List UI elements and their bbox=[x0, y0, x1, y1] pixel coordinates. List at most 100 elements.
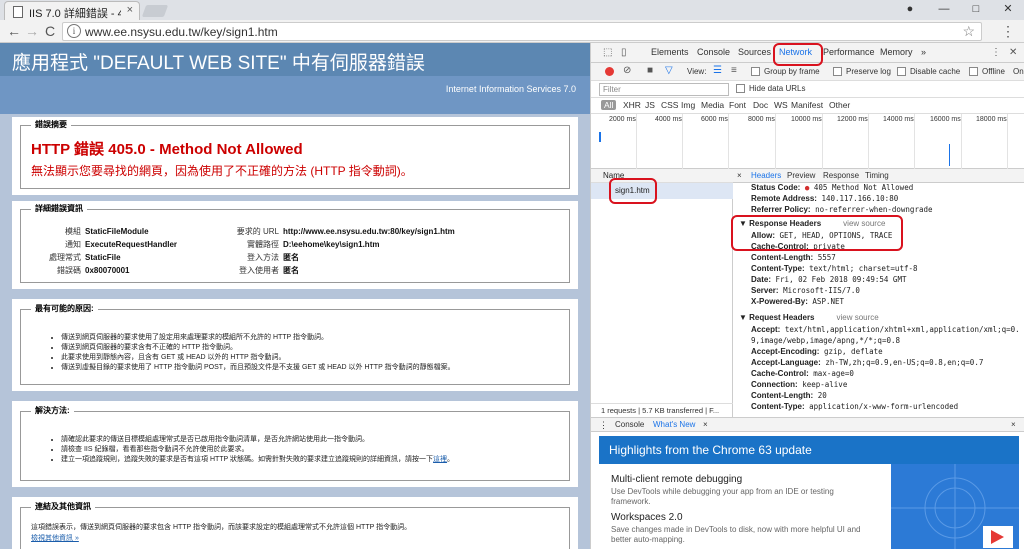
preserve-log-checkbox[interactable] bbox=[833, 67, 842, 76]
type-filter-media[interactable]: Media bbox=[701, 100, 724, 110]
drawer-tab-bar: ⋮ Console What's New × × bbox=[591, 418, 1024, 432]
url-text[interactable]: www.ee.nsysu.edu.tw/key/sign1.htm bbox=[85, 25, 278, 39]
inspect-element-icon[interactable]: ⬚ bbox=[603, 47, 612, 58]
list-item: 傳送到虛擬目錄的要求使用了 HTTP 指令動詞 POST，而且預設文件是不支援 … bbox=[61, 362, 455, 372]
detail-tab-bar: × Headers Preview Response Timing bbox=[733, 169, 1024, 183]
timeline-tick: 2000 ms bbox=[609, 116, 636, 123]
tab-headers[interactable]: Headers bbox=[751, 171, 781, 180]
devtools-menu-icon[interactable]: ⋮ bbox=[991, 47, 1001, 58]
capture-screenshots-icon[interactable]: ■ bbox=[647, 65, 653, 76]
filter-icon[interactable]: ▽ bbox=[665, 65, 673, 76]
type-filter-js[interactable]: JS bbox=[645, 100, 655, 110]
list-item-text: 建立一項追蹤規則，追蹤失敗的要求是否有這項 HTTP 狀態碼。如需針對失敗的要求… bbox=[61, 456, 434, 463]
reload-button[interactable]: C bbox=[42, 23, 58, 39]
tab-timing[interactable]: Timing bbox=[865, 171, 889, 180]
type-filter-img[interactable]: Img bbox=[681, 100, 695, 110]
detail-close-icon[interactable]: × bbox=[737, 171, 742, 180]
more-info-link[interactable]: 檢視其他資訊 » bbox=[31, 533, 79, 543]
tab-performance[interactable]: Performance bbox=[823, 47, 875, 57]
solutions-panel: 解決方法: 請確認此要求的傳送目標模組處理常式是否已啟用指令動詞清單，是否允許網… bbox=[12, 401, 578, 487]
timeline-tick: 4000 ms bbox=[655, 116, 682, 123]
page-subheader: Internet Information Services 7.0 bbox=[0, 76, 590, 114]
type-filter-ws[interactable]: WS bbox=[774, 100, 788, 110]
throttling-select[interactable]: On bbox=[1013, 67, 1024, 76]
devtools-panel: ⬚ ▯ Elements Console Sources Network Per… bbox=[590, 43, 1024, 549]
tab-response[interactable]: Response bbox=[823, 171, 859, 180]
request-headers-section[interactable]: ▼ Request Headers view source bbox=[739, 313, 879, 322]
minimize-button[interactable]: — bbox=[928, 0, 960, 18]
filter-input[interactable]: Filter bbox=[599, 83, 729, 96]
site-info-icon[interactable]: i bbox=[67, 24, 81, 38]
request-highlight bbox=[609, 178, 657, 204]
whats-new-item-desc: Save changes made in DevTools to disk, n… bbox=[611, 525, 861, 544]
offline-label: Offline bbox=[982, 67, 1005, 76]
solutions-box: 解決方法: 請確認此要求的傳送目標模組處理常式是否已啟用指令動詞清單，是否允許網… bbox=[20, 405, 570, 481]
links-box: 連結及其他資訊 這項錯誤表示，傳送到網頁伺服器的要求包含 HTTP 指令動詞，而… bbox=[20, 501, 570, 549]
tab-close-icon[interactable]: × bbox=[703, 420, 708, 429]
view-label: View: bbox=[687, 67, 707, 76]
type-filter-other[interactable]: Other bbox=[829, 100, 850, 110]
hide-data-urls-checkbox[interactable] bbox=[736, 84, 745, 93]
type-filter-all[interactable]: All bbox=[601, 100, 617, 110]
request-waterfall-bar bbox=[599, 132, 601, 142]
error-summary-box: 錯誤摘要 HTTP 錯誤 405.0 - Method Not Allowed … bbox=[20, 119, 570, 189]
type-filter-manifest[interactable]: Manifest bbox=[791, 100, 823, 110]
group-by-frame-checkbox[interactable] bbox=[751, 67, 760, 76]
device-toolbar-icon[interactable]: ▯ bbox=[621, 47, 627, 58]
tab-elements[interactable]: Elements bbox=[651, 47, 689, 57]
tab-preview[interactable]: Preview bbox=[787, 171, 815, 180]
causes-panel: 最有可能的原因: 傳送到網頁伺服器的要求使用了設定用來處理要求的模組所不允許的 … bbox=[12, 299, 578, 391]
profile-icon[interactable]: ● bbox=[894, 0, 926, 18]
tab-memory[interactable]: Memory bbox=[880, 47, 913, 57]
devtools-close-icon[interactable]: ✕ bbox=[1009, 47, 1017, 58]
resource-type-filter: All XHR JS CSS Img Media Font Doc WS Man… bbox=[591, 98, 1024, 114]
overview-icon[interactable]: ≡ bbox=[731, 65, 737, 76]
disable-cache-checkbox[interactable] bbox=[897, 67, 906, 76]
header-row: X-Powered-By: ASP.NET bbox=[751, 297, 845, 306]
timeline-tick: 16000 ms bbox=[930, 116, 961, 123]
header-row: Accept-Encoding: gzip, deflate bbox=[751, 347, 883, 356]
tab-title: IIS 7.0 詳細錯誤 - 405.0 bbox=[29, 8, 121, 20]
type-filter-doc[interactable]: Doc bbox=[753, 100, 768, 110]
tab-sources[interactable]: Sources bbox=[738, 47, 771, 57]
timeline-gridline bbox=[682, 114, 683, 169]
address-bar[interactable]: i www.ee.nsysu.edu.tw/key/sign1.htm ☆ bbox=[62, 22, 982, 41]
new-tab-button[interactable] bbox=[141, 5, 169, 17]
network-overview-timeline[interactable]: 2000 ms 4000 ms 6000 ms 8000 ms 10000 ms… bbox=[591, 114, 1024, 169]
type-filter-css[interactable]: CSS bbox=[661, 100, 678, 110]
whats-new-item-title[interactable]: Multi-client remote debugging bbox=[611, 474, 742, 485]
back-button[interactable]: ← bbox=[6, 23, 22, 39]
drawer-menu-icon[interactable]: ⋮ bbox=[599, 420, 608, 431]
record-icon[interactable] bbox=[605, 67, 614, 76]
type-filter-xhr[interactable]: XHR bbox=[623, 100, 641, 110]
disable-cache-label: Disable cache bbox=[910, 67, 961, 76]
error-title: HTTP 錯誤 405.0 - Method Not Allowed bbox=[31, 141, 303, 158]
large-rows-icon[interactable]: ☰ bbox=[713, 65, 722, 76]
bookmark-star-icon[interactable]: ☆ bbox=[962, 23, 975, 40]
trace-rule-link[interactable]: 這裡 bbox=[433, 456, 447, 463]
causes-legend: 最有可能的原因: bbox=[31, 303, 98, 314]
tab-close-icon[interactable]: × bbox=[127, 4, 133, 16]
offline-checkbox[interactable] bbox=[969, 67, 978, 76]
links-legend: 連結及其他資訊 bbox=[31, 501, 95, 512]
maximize-button[interactable]: □ bbox=[960, 0, 992, 18]
header-row: 9,image/webp,image/apng,*/*;q=0.8 bbox=[751, 336, 901, 345]
whats-new-item-title[interactable]: Workspaces 2.0 bbox=[611, 512, 683, 523]
more-tabs-icon[interactable]: » bbox=[921, 47, 926, 57]
tab-whats-new[interactable]: What's New bbox=[653, 420, 695, 429]
tab-console[interactable]: Console bbox=[697, 47, 730, 57]
clear-icon[interactable]: ⊘ bbox=[623, 65, 631, 76]
type-filter-font[interactable]: Font bbox=[729, 100, 746, 110]
tab-console-drawer[interactable]: Console bbox=[615, 420, 644, 429]
header-row: Content-Type: application/x-www-form-url… bbox=[751, 402, 959, 411]
close-window-button[interactable]: ✕ bbox=[992, 0, 1024, 18]
chrome-menu-icon[interactable]: ⋮ bbox=[1000, 23, 1016, 39]
view-source-link[interactable]: view source bbox=[837, 313, 879, 322]
forward-button[interactable]: → bbox=[24, 23, 40, 39]
solutions-legend: 解決方法: bbox=[31, 405, 74, 416]
browser-tab[interactable]: IIS 7.0 詳細錯誤 - 405.0 × bbox=[4, 1, 140, 20]
whats-new-item-desc: Use DevTools while debugging your app fr… bbox=[611, 487, 834, 506]
timeline-gridline bbox=[1007, 114, 1008, 169]
detail-row: 通知 ExecuteRequestHandler bbox=[65, 240, 178, 249]
drawer-close-icon[interactable]: × bbox=[1011, 420, 1016, 429]
